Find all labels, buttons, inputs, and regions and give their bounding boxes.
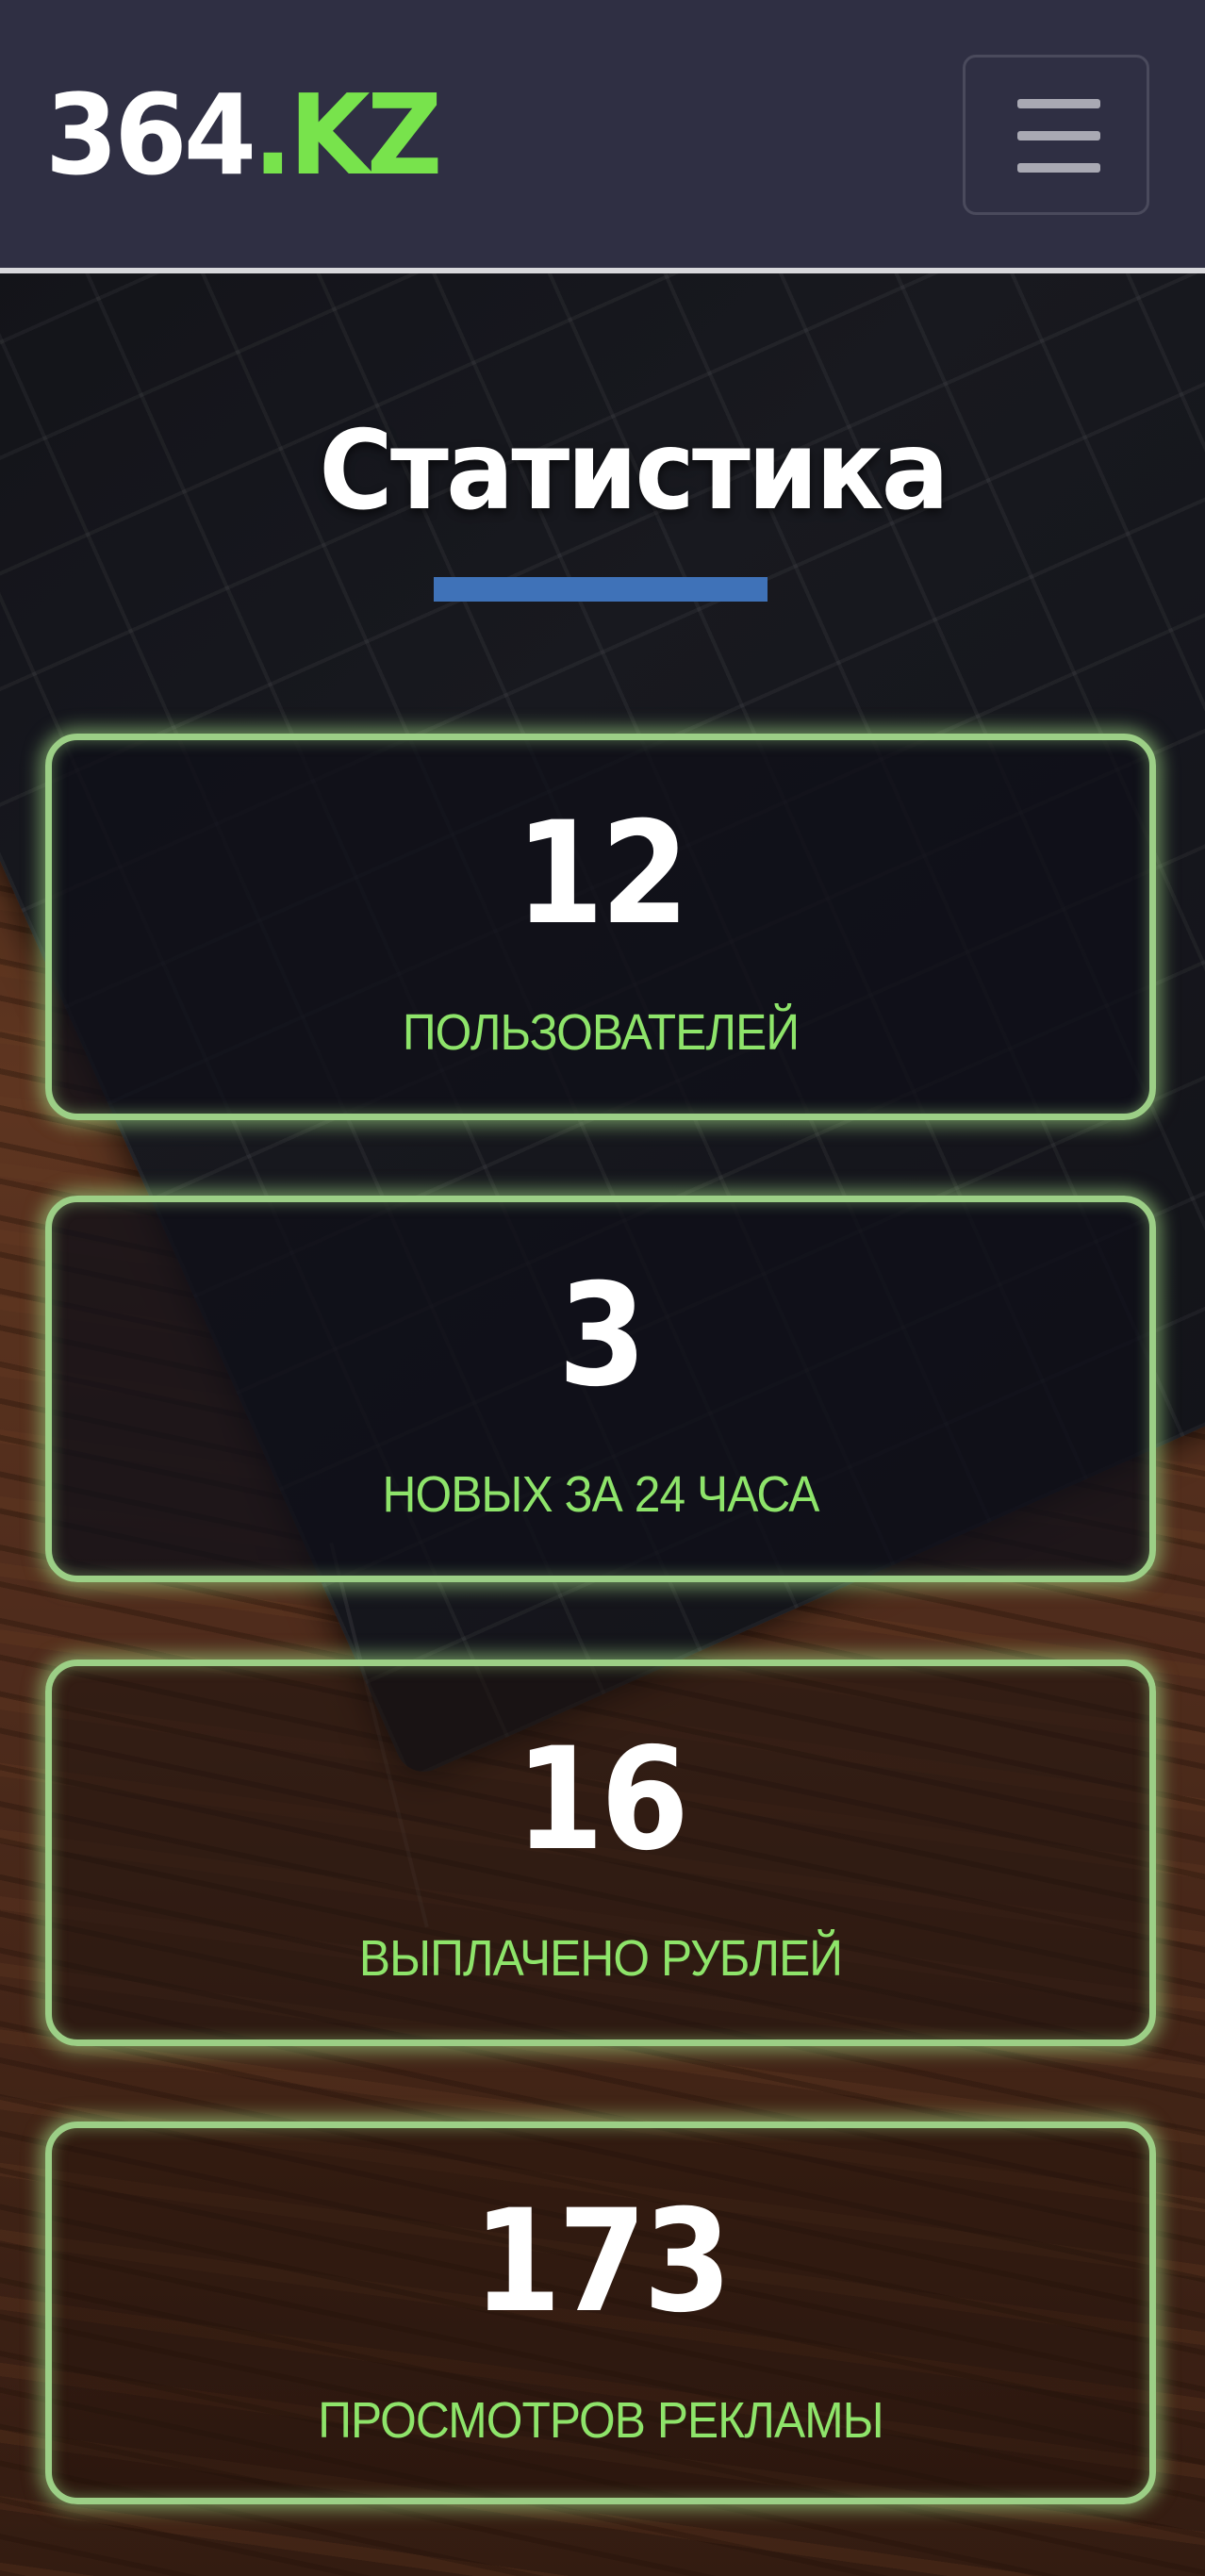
stat-card-users: 12 ПОЛЬЗОВАТЕЛЕЙ <box>45 734 1156 1120</box>
stat-value: 16 <box>515 1718 689 1882</box>
stat-value: 12 <box>515 792 689 956</box>
stat-card-new-24h: 3 НОВЫХ ЗА 24 ЧАСА <box>45 1196 1156 1582</box>
hamburger-icon <box>1017 99 1100 108</box>
stat-value: 173 <box>472 2180 732 2344</box>
logo-text-accent: .KZ <box>253 70 442 200</box>
stat-card-ad-views: 173 ПРОСМОТРОВ РЕКЛАМЫ <box>45 2122 1156 2504</box>
stat-label: ПРОСМОТРОВ РЕКЛАМЫ <box>318 2392 883 2449</box>
stat-label: ПОЛЬЗОВАТЕЛЕЙ <box>402 1004 800 1061</box>
page: 364.KZ Статистика 12 ПОЛЬЗОВАТЕЛЕЙ 3 НОВ… <box>0 0 1205 2576</box>
stat-card-paid-rubles: 16 ВЫПЛАЧЕНО РУБЛЕЙ <box>45 1660 1156 2046</box>
top-navbar: 364.KZ <box>0 0 1205 273</box>
site-logo[interactable]: 364.KZ <box>45 74 442 196</box>
hamburger-icon-bar <box>1017 163 1100 173</box>
menu-toggle-button[interactable] <box>963 55 1149 215</box>
stat-value: 3 <box>557 1254 647 1418</box>
section-title: Статистика <box>319 407 949 535</box>
stat-label: ВЫПЛАЧЕНО РУБЛЕЙ <box>358 1930 843 1987</box>
hamburger-icon-bar <box>1017 131 1100 140</box>
logo-text-main: 364 <box>45 70 256 200</box>
section-header: Статистика <box>0 405 1205 537</box>
stat-label: НОВЫХ ЗА 24 ЧАСА <box>382 1466 820 1523</box>
title-underline <box>434 577 768 602</box>
